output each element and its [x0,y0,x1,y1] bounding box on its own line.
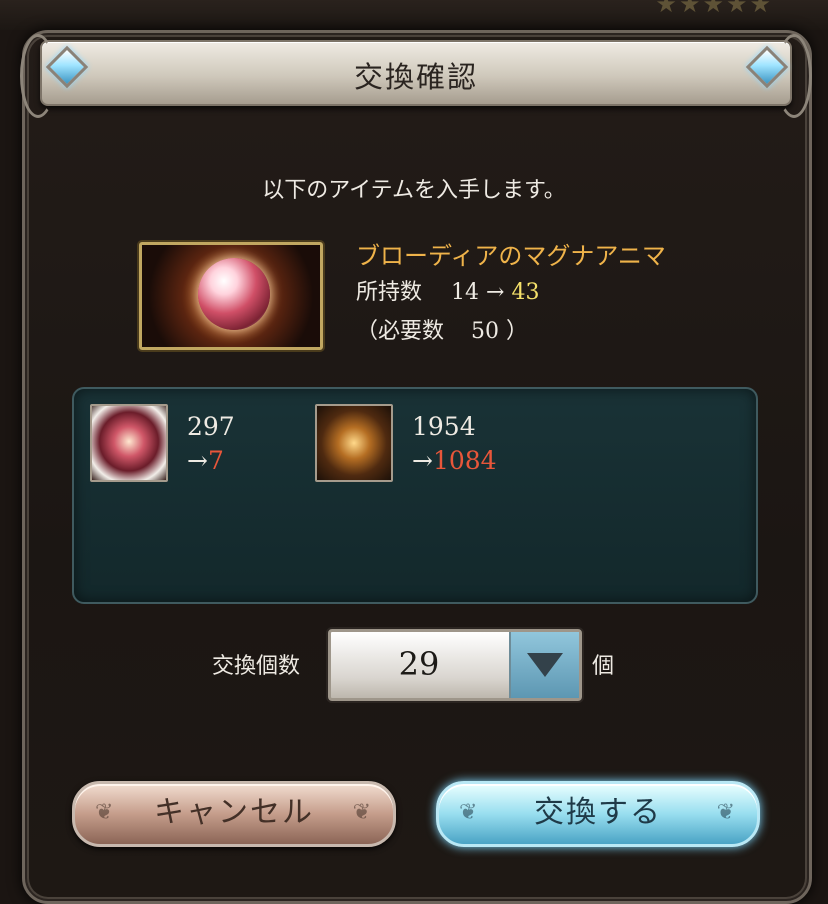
ornament-icon: ❦ [459,800,480,825]
owned-before: 14 [451,280,480,305]
ornament-icon: ❦ [352,800,373,825]
quantity-select[interactable]: 29 [328,629,582,701]
ornament-icon: ❦ [716,800,737,825]
exchange-button[interactable]: ❦ 交換する ❦ [436,781,760,847]
owned-label: 所持数 [356,280,423,305]
quantity-value: 29 [398,645,440,683]
material-after: 1084 [432,446,497,475]
magna-anima-orb-icon [198,258,270,330]
cancel-button[interactable]: ❦ キャンセル ❦ [72,781,396,847]
material-before: 297 [187,412,235,441]
chevron-down-icon [527,653,563,677]
material-arrow: → [412,446,433,475]
material-arrow: → [187,446,208,475]
owned-arrow: → [486,280,505,305]
owned-count: 所持数 14 → 43 [356,274,539,306]
dialog-title-banner: 交換確認 [20,34,812,118]
materials-panel: 297 →7 1954 →1084 [72,387,758,604]
ornament-icon: ❦ [95,800,116,825]
dropdown-button[interactable] [509,632,579,698]
rank-stars-icon: ★★★★★ [655,0,773,18]
material-after: 7 [207,446,224,475]
dialog-title: 交換確認 [353,60,478,94]
required-value: 50 [471,319,500,344]
material-count-anima: 297 →7 [187,410,235,478]
magna-anima-icon [90,404,168,482]
material-before: 1954 [412,412,476,441]
owned-after: 43 [511,280,540,305]
magna-anima-item-image [139,242,323,350]
required-open: （必要数 [356,319,445,344]
quantity-unit: 個 [592,654,615,679]
required-count: （必要数 50 ） [356,313,528,345]
material-count-jewel: 1954 →1084 [412,410,497,478]
required-close: ） [506,319,529,344]
item-name: ブローディアのマグナアニマ [356,242,666,270]
background-header: ★★★★★ [0,0,828,30]
dialog-message: 以下のアイテムを入手します。 [262,178,566,203]
exchange-button-label: 交換する [534,795,662,830]
jewel-icon [315,404,393,482]
cancel-button-label: キャンセル [154,795,314,830]
quantity-label: 交換個数 [212,654,301,679]
